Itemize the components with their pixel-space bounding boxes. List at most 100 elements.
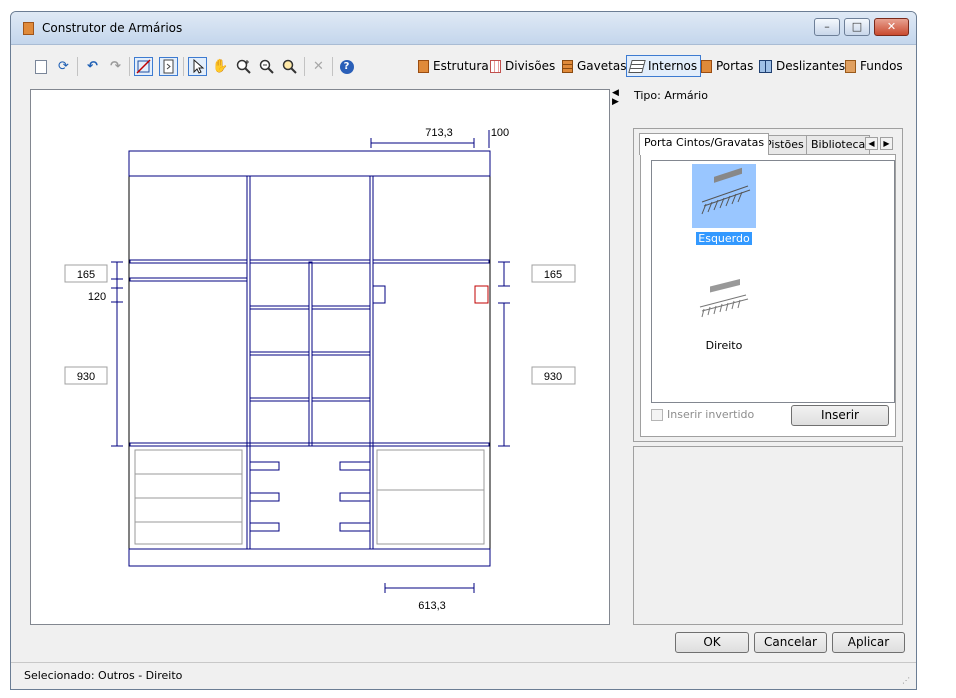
app-icon [23, 22, 34, 35]
item-label: Direito [705, 339, 743, 352]
cancel-button[interactable]: Cancelar [754, 632, 827, 653]
tab-label: Portas [716, 59, 754, 73]
shelf-cell [311, 351, 371, 356]
tab-label: Gavetas [577, 59, 627, 73]
refresh-button[interactable]: ⟳ [54, 57, 73, 76]
delete-button[interactable]: ✕ [309, 57, 328, 76]
maximize-button[interactable]: □ [844, 18, 870, 36]
toolbar-separator [183, 57, 184, 76]
tab-portas[interactable]: Portas [698, 55, 756, 77]
tab-fundos[interactable]: Fundos [842, 55, 906, 77]
item-label: Esquerdo [696, 232, 752, 245]
tab-scroll-right[interactable]: ▶ [880, 137, 893, 150]
window-title: Construtor de Armários [42, 21, 183, 35]
tab-label: Internos [648, 59, 698, 73]
toolbar-separator [77, 57, 78, 76]
small-drawer [339, 492, 371, 502]
small-drawer [339, 461, 371, 471]
tab-divisoes[interactable]: Divisões [487, 55, 558, 77]
zoom-in-icon [236, 59, 251, 74]
properties-panel [633, 446, 903, 625]
redo-button[interactable]: ↷ [106, 57, 125, 76]
toolbar-separator [304, 57, 305, 76]
tab-label: Divisões [505, 59, 556, 73]
maximize-icon: □ [851, 20, 863, 33]
list-item-direito[interactable]: Direito [674, 271, 774, 352]
shelf-cell [311, 397, 371, 402]
zoom-fit-button[interactable] [280, 57, 299, 76]
pan-hand-icon: ✋ [212, 59, 229, 74]
no-dimensions-icon [136, 59, 151, 74]
tab-label: Deslizantes [776, 59, 846, 73]
belt-rack-thumbnail [692, 164, 756, 228]
toolbar: ⟳ ↶ ↷ ✋ ✕ ? Estrutura Divisões Gavetas I… [11, 52, 916, 80]
shelf-cell [311, 305, 371, 310]
tab-deslizantes[interactable]: Deslizantes [756, 55, 848, 77]
dim-right-lower: 930 [544, 371, 562, 383]
wardrobe-drawing: 713,3 100 613,3 165 120 930 165 930 [64, 127, 576, 612]
back-panel-icon [845, 59, 856, 73]
tab-content: Esquerdo Direito Inserir invertido Inser… [640, 154, 896, 437]
zoom-out-button[interactable] [257, 57, 276, 76]
tab-label: Estrutura [433, 59, 489, 73]
close-button[interactable]: ✕ [874, 18, 909, 36]
undo-icon: ↶ [87, 59, 98, 74]
status-bar: Selecionado: Outros - Direito ⋰ [11, 662, 916, 689]
pan-button[interactable]: ✋ [211, 57, 230, 76]
drawing-canvas[interactable]: 713,3 100 613,3 165 120 930 165 930 [30, 89, 610, 625]
library-panel: Porta Cintos/Gravatas Pistões Biblioteca… [633, 128, 903, 442]
drawer-block-right [376, 449, 485, 545]
checkbox-box [651, 408, 663, 421]
toolbar-separator [129, 57, 130, 76]
minimize-button[interactable]: – [814, 18, 840, 36]
drawer-block-left [134, 449, 243, 545]
dim-left-lower: 930 [77, 371, 95, 383]
dim-right-upper: 165 [544, 269, 562, 281]
tab-estrutura[interactable]: Estrutura [415, 55, 492, 77]
dim-bottom-width: 613,3 [418, 600, 446, 612]
shelf-left-upper [129, 259, 248, 264]
minimize-icon: – [824, 20, 830, 33]
new-button[interactable] [31, 57, 50, 76]
tab-scroll-left[interactable]: ◀ [865, 137, 878, 150]
door-icon [701, 59, 712, 73]
window: Construtor de Armários – □ ✕ ⟳ ↶ ↷ ✋ ✕ ?… [10, 11, 917, 690]
tab-gavetas[interactable]: Gavetas [559, 55, 629, 77]
cabinet-icon [418, 59, 429, 73]
insert-button[interactable]: Inserir [791, 405, 889, 426]
shelf-left-second [129, 277, 248, 282]
top-panel [128, 150, 491, 177]
delete-icon: ✕ [313, 59, 324, 74]
invert-checkbox[interactable]: Inserir invertido [651, 408, 754, 421]
help-icon: ? [339, 59, 354, 74]
no-dimensions-button[interactable] [134, 57, 153, 76]
triangle-right-icon: ▶ [612, 97, 619, 107]
apply-button[interactable]: Aplicar [832, 632, 905, 653]
dim-top-width: 713,3 [425, 127, 453, 139]
list-item-esquerdo[interactable]: Esquerdo [674, 164, 774, 245]
dim-top-offset: 100 [491, 127, 509, 139]
pointer-button[interactable] [188, 57, 207, 76]
pointer-icon [193, 59, 205, 74]
panel-toggle[interactable]: ◀ ▶ [612, 89, 619, 107]
tab-internos[interactable]: Internos [626, 55, 702, 77]
ok-button[interactable]: OK [675, 632, 749, 653]
grid-icon [490, 59, 501, 73]
frame-button[interactable] [159, 57, 178, 76]
zoom-in-button[interactable] [234, 57, 253, 76]
shelves-icon [628, 59, 646, 73]
undo-button[interactable]: ↶ [83, 57, 102, 76]
help-button[interactable]: ? [337, 57, 356, 76]
accessory-right-rack [474, 285, 489, 304]
small-drawer [249, 492, 280, 502]
type-label: Tipo: Armário [634, 89, 708, 102]
tab-label: Fundos [860, 59, 903, 73]
item-list: Esquerdo Direito [651, 160, 895, 403]
tab-biblioteca[interactable]: Biblioteca [806, 135, 871, 154]
resize-grip-icon[interactable]: ⋰ [902, 676, 912, 686]
dim-left-middle: 120 [88, 291, 106, 303]
checkbox-label: Inserir invertido [667, 408, 755, 421]
shelf-cell [249, 351, 310, 356]
arrow-right-icon: ▶ [883, 139, 890, 148]
tab-porta-cintos[interactable]: Porta Cintos/Gravatas [639, 133, 770, 155]
